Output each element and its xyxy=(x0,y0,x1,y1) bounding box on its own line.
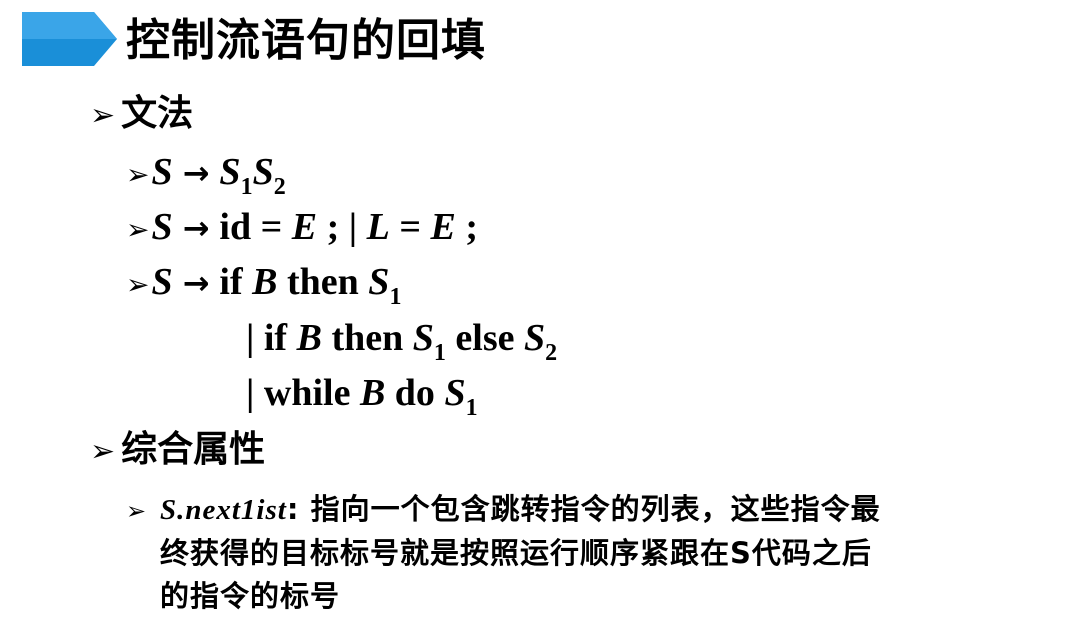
arrowhead-bullet-icon: ➢ xyxy=(126,497,147,525)
rule-symbol: B xyxy=(252,261,278,303)
rule-lhs: S xyxy=(151,151,173,193)
rule-token: = xyxy=(260,206,283,248)
rule-token: then xyxy=(287,261,359,303)
rule-subscript: 1 xyxy=(465,395,478,421)
rule-token: = xyxy=(399,206,422,248)
title-banner-icon xyxy=(22,12,117,66)
rule-5: | while B do S1 xyxy=(246,369,478,420)
arrowhead-bullet-icon: ➢ xyxy=(126,213,150,246)
arrowhead-bullet-icon: ➢ xyxy=(90,98,116,133)
arrowhead-bullet-icon: ➢ xyxy=(126,158,150,191)
rule-subscript: 1 xyxy=(240,174,253,200)
rule-token: | xyxy=(348,206,358,248)
rule-symbol: S xyxy=(412,317,434,359)
rule-token: do xyxy=(394,372,435,414)
rule-token: if xyxy=(263,317,288,359)
rule-token: else xyxy=(455,317,515,359)
rule-lhs: S xyxy=(151,261,173,303)
rule-token: then xyxy=(331,317,404,359)
rule-symbol: B xyxy=(296,317,322,359)
section-synthesized-attributes: ➢ 综合属性 xyxy=(90,428,265,474)
attribute-description: S.next1ist: 指向一个包含跳转指令的列表，这些指令最 终获得的目标标号… xyxy=(160,488,1080,618)
rule-1: ➢S → S1S2 xyxy=(126,148,286,199)
rule-4: | if B then S1 else S2 xyxy=(246,314,557,365)
rule-lhs: S xyxy=(151,206,173,248)
rule-symbol: L xyxy=(366,206,390,248)
rule-symbol: S xyxy=(219,151,241,193)
section-grammar-label: 文法 xyxy=(121,93,194,134)
attribute-line-1: S.next1ist: 指向一个包含跳转指令的列表，这些指令最 xyxy=(160,488,1080,532)
section-synth-label: 综合属性 xyxy=(121,429,266,470)
rule-subscript: 1 xyxy=(433,340,446,366)
attribute-colon: : xyxy=(286,492,300,526)
rule-3: ➢S → if B then S1 xyxy=(126,258,401,309)
rule-token: if xyxy=(219,261,243,303)
rule-symbol: S xyxy=(444,372,466,414)
rule-subscript: 1 xyxy=(389,284,402,310)
production-arrow-icon: → xyxy=(182,209,210,247)
section-grammar: ➢ 文法 xyxy=(90,92,193,138)
attribute-line-3: 的指令的标号 xyxy=(160,579,341,613)
rule-subscript: 2 xyxy=(273,174,286,200)
attribute-line-2: 终获得的目标标号就是按照运行顺序紧跟在S代码之后 xyxy=(160,536,872,570)
rule-token: | xyxy=(246,317,255,359)
rule-symbol: B xyxy=(359,372,386,414)
rule-token: while xyxy=(263,372,351,414)
arrowhead-bullet-icon: ➢ xyxy=(90,434,116,469)
rule-token: ; xyxy=(465,206,479,248)
rule-symbol: E xyxy=(291,206,318,248)
rule-token: ; xyxy=(326,206,340,248)
rule-token: id xyxy=(219,206,252,248)
rule-symbol: S xyxy=(523,317,546,359)
production-arrow-icon: → xyxy=(182,264,210,302)
arrowhead-bullet-icon: ➢ xyxy=(126,268,150,301)
production-arrow-icon: → xyxy=(182,154,210,192)
attribute-text-line-1: 指向一个包含跳转指令的列表，这些指令最 xyxy=(310,492,881,526)
rule-symbol: S xyxy=(368,261,390,303)
rule-symbol: E xyxy=(430,206,456,248)
attribute-bullet: ➢ xyxy=(126,488,150,533)
page-title: 控制流语句的回填 xyxy=(126,15,486,66)
rule-2: ➢S → id = E ; | L = E ; xyxy=(126,203,478,254)
rule-token: | xyxy=(246,372,255,414)
rule-symbol: S xyxy=(252,151,274,193)
rule-subscript: 2 xyxy=(545,340,558,366)
attribute-name: S.next1ist xyxy=(160,494,287,526)
